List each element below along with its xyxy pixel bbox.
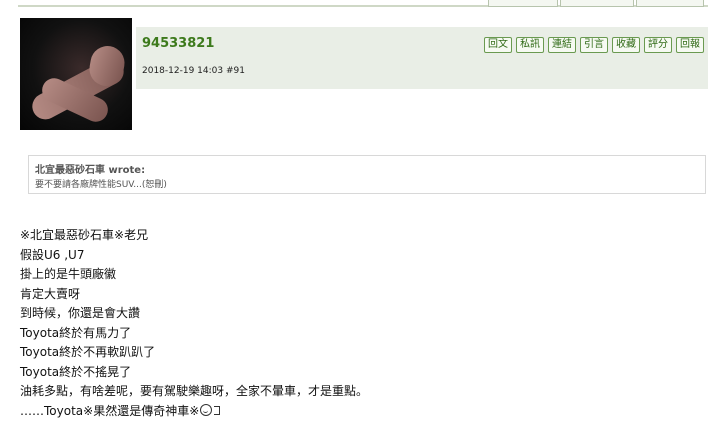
- quote-text: 要不要請各廠牌性能SUV...(恕刪): [35, 180, 167, 190]
- post-line: Toyota終於不再軟趴趴了: [20, 345, 156, 359]
- quote-button[interactable]: 引言: [580, 37, 608, 53]
- toolbar-tab[interactable]: [560, 0, 634, 7]
- toolbar-tab[interactable]: [636, 0, 704, 7]
- post-line-text: ……Toyota※果然還是傳奇神車※: [20, 403, 200, 418]
- report-button[interactable]: 回報: [676, 37, 704, 53]
- post-meta: 2018-12-19 14:03 #91: [142, 66, 245, 76]
- rate-button[interactable]: 評分: [644, 37, 672, 53]
- toolbar-tab[interactable]: [488, 0, 558, 7]
- link-button[interactable]: 連結: [548, 37, 576, 53]
- post-actions: 回文 私訊 連結 引言 收藏 評分 回報: [484, 37, 704, 53]
- top-toolbar-edge: [0, 0, 720, 8]
- post-body: ※北宜最惡砂石車※老兄 假設U6 ,U7 掛上的是牛頭廠徽 肯定大賣呀 到時候，…: [20, 226, 368, 421]
- reply-button[interactable]: 回文: [484, 37, 512, 53]
- post-line: Toyota終於不搖晃了: [20, 364, 132, 379]
- username-link[interactable]: 94533821: [142, 36, 214, 51]
- post-line: 到時候，你還是會大讚: [20, 306, 141, 320]
- bookmark-button[interactable]: 收藏: [612, 37, 640, 53]
- quote-author: 北宜最惡砂石車 wrote:: [35, 165, 146, 176]
- post-line: 掛上的是牛頭廠徽: [20, 267, 117, 281]
- avatar[interactable]: [20, 18, 132, 130]
- post-line: 油耗多點，有啥差呢，要有駕駛樂趣呀，全家不暈車，才是重點。: [20, 384, 369, 398]
- post-line: 肯定大賣呀: [20, 286, 81, 301]
- post-line: 假設U6 ,U7: [20, 247, 85, 262]
- smiley-icon: [200, 403, 213, 416]
- post-line: ※北宜最惡砂石車※老兄: [20, 228, 149, 242]
- private-message-button[interactable]: 私訊: [516, 37, 544, 53]
- post-header: 94533821 2018-12-19 14:03 #91 回文 私訊 連結 引…: [136, 27, 708, 89]
- glyph-box-icon: [214, 405, 221, 415]
- post-last-line: ……Toyota※果然還是傳奇神車※: [20, 402, 368, 422]
- quote-block: 北宜最惡砂石車 wrote: 要不要請各廠牌性能SUV...(恕刪): [28, 155, 706, 194]
- post-line: Toyota終於有馬力了: [20, 325, 132, 340]
